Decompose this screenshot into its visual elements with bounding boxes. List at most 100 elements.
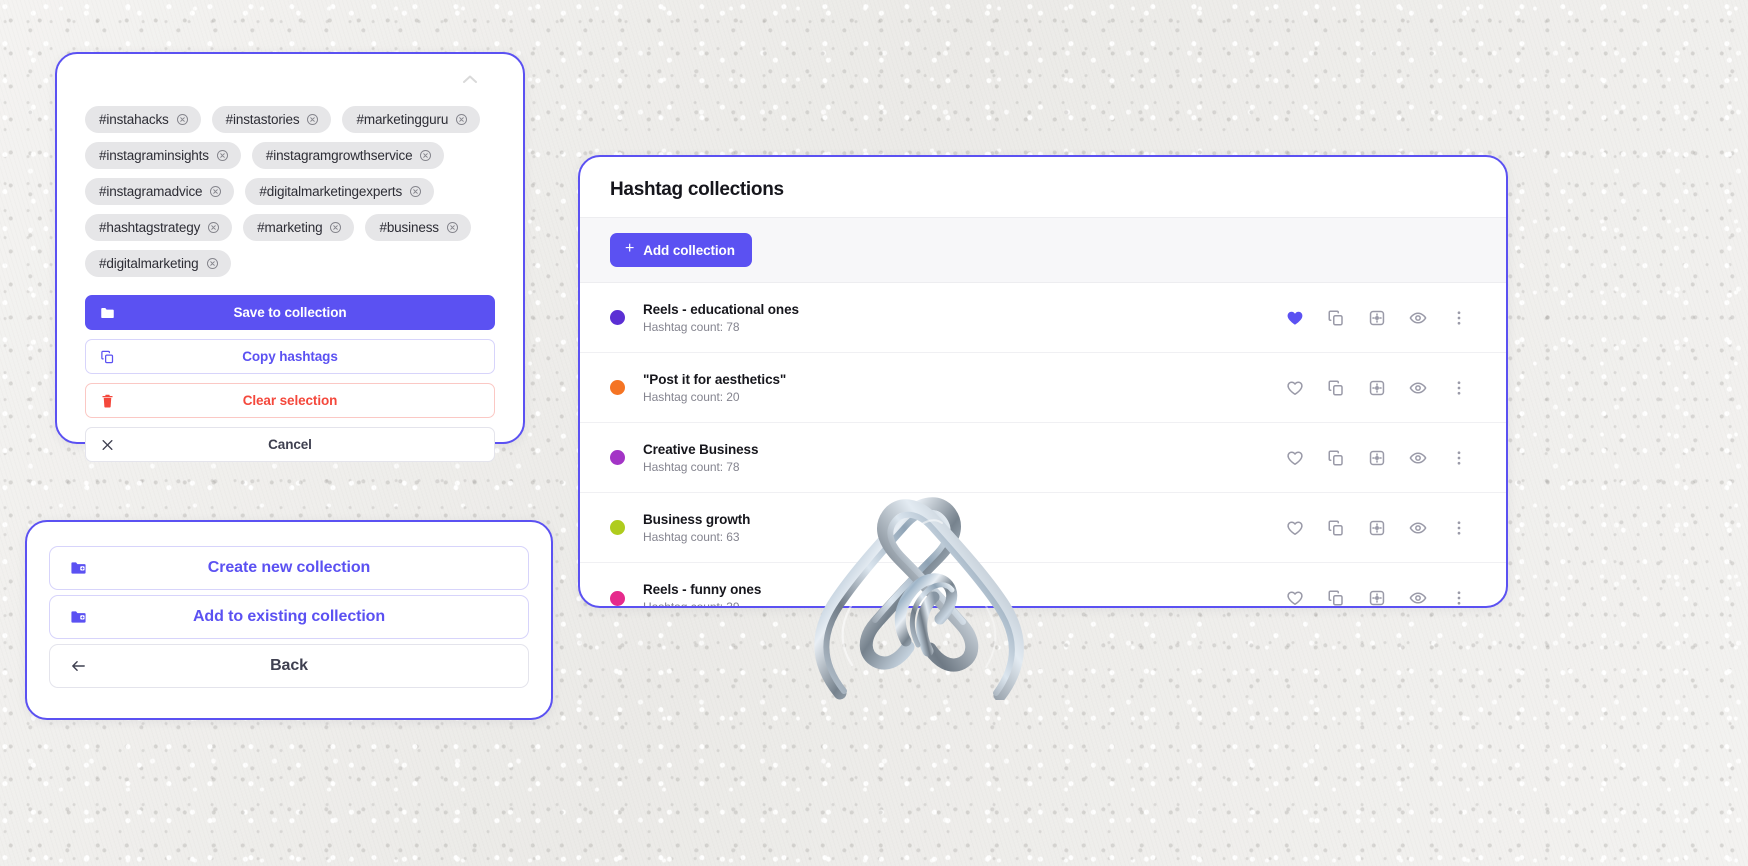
hashtag-chip-label: #marketing [257, 219, 323, 235]
collection-choice-panel: Create new collection Add to existing col… [25, 520, 553, 720]
remove-circle-icon[interactable] [206, 257, 219, 270]
remove-circle-icon[interactable] [216, 149, 229, 162]
collection-row[interactable]: Reels - educational ones Hashtag count: 7… [580, 283, 1506, 353]
hashtag-chip[interactable]: #instastories [211, 106, 332, 133]
remove-circle-icon[interactable] [209, 185, 222, 198]
button-label: Back [270, 657, 308, 674]
collection-text: Business growth Hashtag count: 63 [643, 512, 1286, 544]
create-new-collection-button[interactable]: Create new collection [49, 546, 529, 590]
remove-circle-icon[interactable] [176, 113, 189, 126]
collection-row[interactable]: Creative Business Hashtag count: 78 [580, 423, 1506, 493]
heart-icon[interactable] [1286, 379, 1304, 397]
favorite-icon-active[interactable] [1286, 309, 1304, 327]
collection-color-dot [610, 310, 625, 325]
copy-icon[interactable] [1327, 589, 1345, 606]
remove-circle-icon[interactable] [207, 221, 220, 234]
button-label: Add to existing collection [192, 608, 386, 625]
save-square-icon[interactable] [1368, 519, 1386, 537]
remove-circle-icon[interactable] [419, 149, 432, 162]
remove-circle-icon[interactable] [446, 221, 459, 234]
hashtag-chip-label: #instagramgrowthservice [265, 147, 413, 163]
eye-icon[interactable] [1409, 589, 1427, 606]
copy-hashtags-button[interactable]: Copy hashtags [85, 339, 495, 374]
collection-row-actions [1286, 309, 1468, 327]
save-to-collection-button[interactable]: Save to collection [85, 295, 495, 330]
heart-icon[interactable] [1286, 449, 1304, 467]
copy-icon[interactable] [1327, 519, 1345, 537]
clear-selection-button[interactable]: Clear selection [85, 383, 495, 418]
collection-row-actions [1286, 589, 1468, 606]
save-square-icon[interactable] [1368, 379, 1386, 397]
collection-text: Reels - educational ones Hashtag count: 7… [643, 302, 1286, 334]
collection-color-dot [610, 520, 625, 535]
button-label: Cancel [268, 437, 312, 452]
collections-panel-header: Hashtag collections [580, 157, 1506, 218]
hashtag-chip[interactable]: #marketingguru [342, 106, 481, 133]
collection-name: Reels - educational ones [643, 301, 799, 317]
collection-row-actions [1286, 449, 1468, 467]
plus-icon: + [625, 240, 635, 257]
collection-name: Creative Business [643, 441, 759, 457]
eye-icon[interactable] [1409, 449, 1427, 467]
trash-icon [100, 393, 115, 408]
heart-icon[interactable] [1286, 589, 1304, 606]
collection-row[interactable]: Reels - funny ones Hashtag count: 39 [580, 563, 1506, 606]
collection-row[interactable]: "Post it for aesthetics" Hashtag count: 2… [580, 353, 1506, 423]
hashtag-selection-panel: #instahacks #instastories #marketingguru #i… [55, 52, 525, 462]
more-vertical-icon[interactable] [1450, 379, 1468, 397]
hashtag-chip-label: #instahacks [99, 111, 169, 127]
eye-icon[interactable] [1409, 379, 1427, 397]
hashtag-chip-label: #digitalmarketingexperts [259, 183, 403, 199]
collections-toolbar: + Add collection [580, 218, 1506, 283]
more-vertical-icon[interactable] [1450, 309, 1468, 327]
cancel-button[interactable]: Cancel [85, 427, 495, 462]
button-label: Clear selection [242, 393, 338, 408]
back-button[interactable]: Back [49, 644, 529, 688]
save-square-icon[interactable] [1368, 309, 1386, 327]
copy-icon[interactable] [1327, 309, 1345, 327]
button-label: Save to collection [233, 305, 347, 320]
collection-row[interactable]: Business growth Hashtag count: 63 [580, 493, 1506, 563]
add-collection-button[interactable]: + Add collection [610, 233, 752, 267]
hashtag-chip-label: #instagramadvice [99, 183, 203, 199]
collection-list: Reels - educational ones Hashtag count: 7… [580, 283, 1506, 606]
close-x-icon [100, 437, 115, 452]
hashtag-chip[interactable]: #digitalmarketing [85, 250, 231, 277]
remove-circle-icon[interactable] [329, 221, 342, 234]
more-vertical-icon[interactable] [1450, 519, 1468, 537]
hashtag-chip[interactable]: #instagramgrowthservice [251, 142, 445, 169]
save-square-icon[interactable] [1368, 449, 1386, 467]
hashtag-chip-label: #hashtagstrategy [99, 219, 201, 235]
hashtag-chip[interactable]: #hashtagstrategy [85, 214, 233, 241]
hashtag-chip[interactable]: #business [365, 214, 471, 241]
save-square-icon[interactable] [1368, 589, 1386, 606]
collection-row-actions [1286, 519, 1468, 537]
heart-icon[interactable] [1286, 519, 1304, 537]
hashtag-chip[interactable]: #digitalmarketingexperts [245, 178, 435, 205]
copy-icon[interactable] [1327, 379, 1345, 397]
selected-hashtag-chips: #instahacks #instastories #marketingguru #i… [85, 106, 495, 277]
arrow-left-icon [70, 658, 87, 675]
collection-name: Reels - funny ones [643, 582, 762, 597]
remove-circle-icon[interactable] [306, 113, 319, 126]
collection-name: Business growth [643, 511, 751, 527]
folder-plus-icon [70, 560, 87, 577]
hashtag-chip[interactable]: #instahacks [85, 106, 201, 133]
folder-plus-icon [70, 609, 87, 626]
hashtag-chip-label: #instastories [225, 111, 300, 127]
collection-color-dot [610, 380, 625, 395]
remove-circle-icon[interactable] [455, 113, 468, 126]
more-vertical-icon[interactable] [1450, 589, 1468, 606]
hashtag-chip[interactable]: #marketing [243, 214, 355, 241]
copy-icon[interactable] [1327, 449, 1345, 467]
chevron-up-icon[interactable] [461, 72, 479, 84]
hashtag-chip[interactable]: #instagramadvice [85, 178, 235, 205]
eye-icon[interactable] [1409, 309, 1427, 327]
more-vertical-icon[interactable] [1450, 449, 1468, 467]
eye-icon[interactable] [1409, 519, 1427, 537]
collection-name: "Post it for aesthetics" [643, 371, 787, 387]
add-to-existing-collection-button[interactable]: Add to existing collection [49, 595, 529, 639]
remove-circle-icon[interactable] [409, 185, 422, 198]
hashtag-chip[interactable]: #instagraminsights [85, 142, 241, 169]
collection-hashtag-count: Hashtag count: 63 [643, 529, 740, 544]
